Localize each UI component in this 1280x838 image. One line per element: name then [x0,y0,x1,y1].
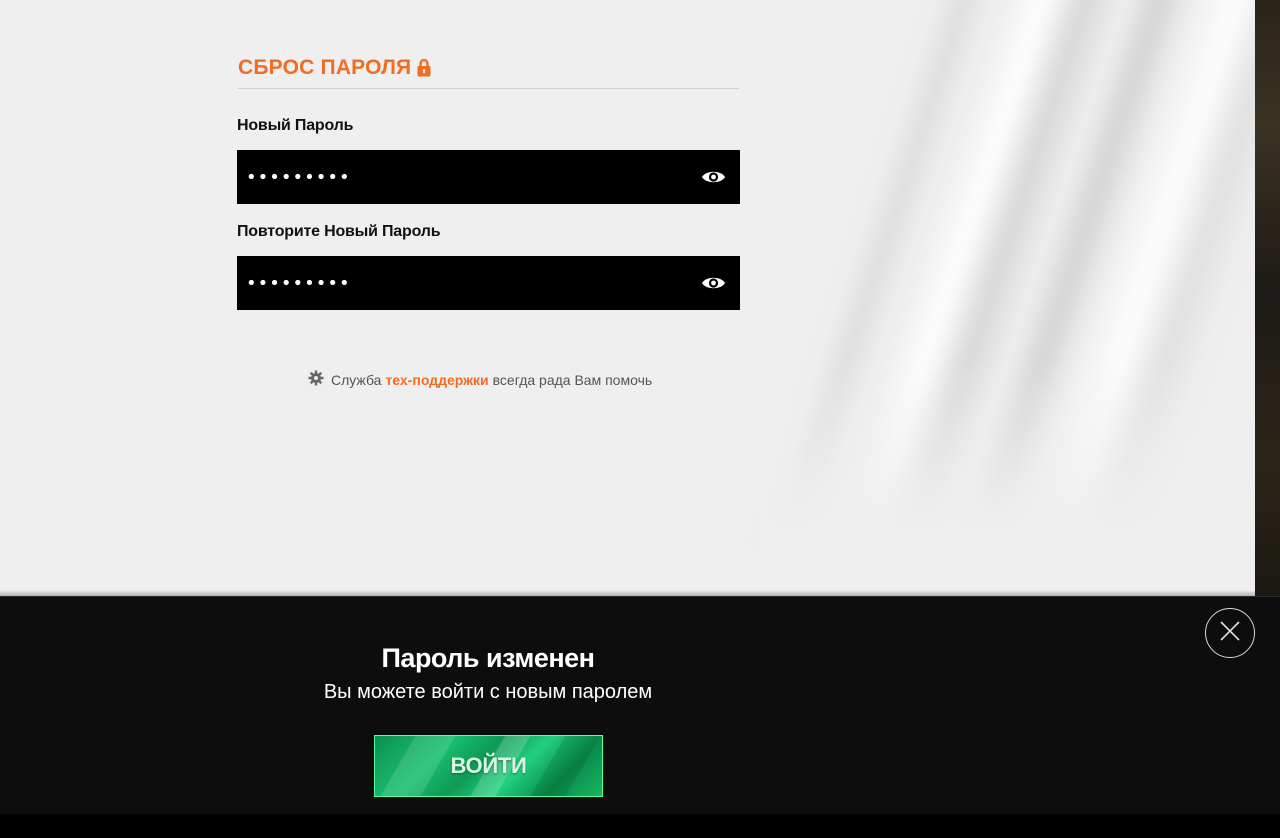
gear-icon [308,370,324,389]
notification-subtitle: Вы можете войти с новым паролем [323,681,653,703]
repeat-password-field[interactable]: ••••••••• [237,256,740,310]
decorative-fade [760,360,1255,596]
page-title: СБРОС ПАРОЛЯ [238,56,412,79]
password-changed-notification: Пароль изменен Вы можете войти с новым п… [0,596,1280,814]
lock-icon [417,58,431,82]
show-password-eye-icon[interactable] [701,166,726,188]
repeat-password-value: ••••••••• [246,272,351,294]
close-icon [1220,620,1240,646]
reset-password-panel: СБРОС ПАРОЛЯ Новый Пароль ••••••••• Повт… [0,0,1255,596]
login-button-label: ВОЙТИ [450,753,527,778]
show-password-eye-icon[interactable] [701,272,726,294]
new-password-field[interactable]: ••••••••• [237,150,740,204]
new-password-label: Новый Пароль [237,117,354,134]
new-password-value: ••••••••• [246,166,351,188]
repeat-password-label: Повторите Новый Пароль [237,223,441,240]
form-header: СБРОС ПАРОЛЯ [238,56,739,89]
login-button[interactable]: ВОЙТИ [374,735,603,797]
bottom-bar [0,814,1280,838]
support-note: Служба тех-поддержки всегда рада Вам пом… [308,370,652,389]
support-text-prefix: Служба [331,371,382,388]
support-link[interactable]: тех-поддержки [385,372,488,388]
support-text-suffix: всегда рада Вам помочь [492,371,653,388]
close-button[interactable] [1205,608,1255,658]
notification-title: Пароль изменен [381,643,595,673]
